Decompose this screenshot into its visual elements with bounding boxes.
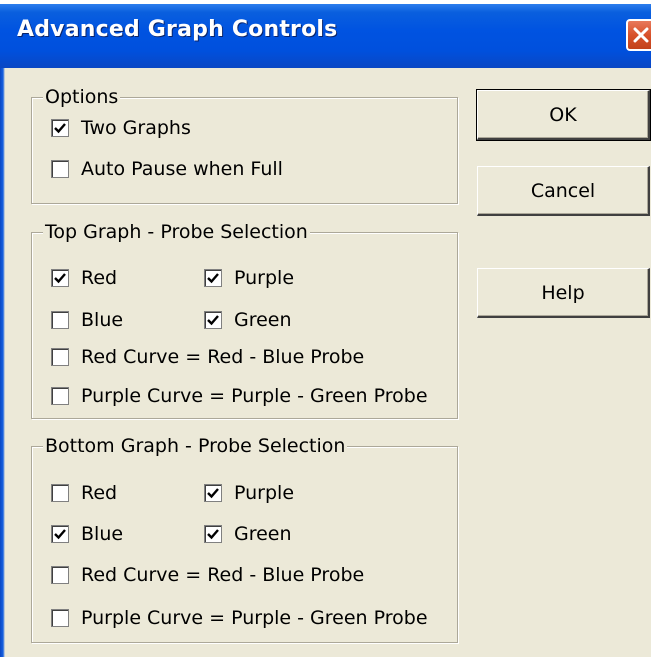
- checkbox-label: Purple Curve = Purple - Green Probe: [81, 385, 428, 407]
- checkbox-label: Blue: [81, 523, 124, 545]
- checkbox-box[interactable]: [51, 311, 69, 329]
- check-icon: [54, 273, 66, 284]
- checkbox-top-red-curve[interactable]: Red Curve = Red - Blue Probe: [51, 346, 364, 368]
- checkbox-label: Green: [234, 523, 292, 545]
- bottom-graph-legend: Bottom Graph - Probe Selection: [43, 435, 348, 457]
- checkbox-box[interactable]: [51, 609, 69, 627]
- top-graph-group: Top Graph - Probe Selection Red Purple B…: [31, 221, 458, 419]
- checkbox-label: Green: [234, 309, 292, 331]
- checkbox-bottom-red[interactable]: Red: [51, 482, 117, 504]
- title-bar[interactable]: Advanced Graph Controls: [0, 0, 651, 68]
- checkbox-label: Purple: [234, 267, 295, 289]
- checkbox-label: Red: [81, 482, 118, 504]
- options-legend: Options: [43, 86, 121, 108]
- close-icon: [633, 27, 649, 43]
- cancel-button[interactable]: Cancel: [477, 166, 650, 216]
- check-icon: [207, 273, 219, 284]
- checkbox-box[interactable]: [51, 348, 69, 366]
- checkbox-label: Red: [81, 267, 118, 289]
- checkbox-top-red[interactable]: Red: [51, 267, 117, 289]
- checkbox-bottom-blue[interactable]: Blue: [51, 523, 123, 545]
- check-icon: [54, 529, 66, 540]
- checkbox-top-purple[interactable]: Purple: [204, 267, 294, 289]
- checkbox-top-blue[interactable]: Blue: [51, 309, 123, 331]
- checkbox-top-purple-curve[interactable]: Purple Curve = Purple - Green Probe: [51, 385, 428, 407]
- checkbox-box[interactable]: [204, 269, 222, 287]
- window-frame-left: [0, 68, 5, 657]
- checkbox-box[interactable]: [51, 525, 69, 543]
- checkbox-bottom-purple[interactable]: Purple: [204, 482, 294, 504]
- checkbox-box[interactable]: [204, 484, 222, 502]
- check-icon: [207, 488, 219, 499]
- checkbox-box[interactable]: [51, 119, 69, 137]
- window-frame-top: [0, 0, 651, 4]
- window-title: Advanced Graph Controls: [17, 17, 338, 42]
- close-button[interactable]: [626, 19, 651, 51]
- checkbox-box[interactable]: [51, 160, 69, 178]
- check-icon: [207, 315, 219, 326]
- checkbox-label: Purple: [234, 482, 295, 504]
- checkbox-label: Purple Curve = Purple - Green Probe: [81, 607, 428, 629]
- check-icon: [207, 529, 219, 540]
- checkbox-label: Two Graphs: [81, 117, 191, 139]
- checkbox-two-graphs[interactable]: Two Graphs: [51, 117, 191, 139]
- ok-button[interactable]: OK: [476, 89, 651, 141]
- checkbox-label: Red Curve = Red - Blue Probe: [81, 564, 365, 586]
- bottom-graph-group: Bottom Graph - Probe Selection Red Purpl…: [31, 435, 458, 643]
- checkbox-bottom-green[interactable]: Green: [204, 523, 292, 545]
- top-graph-legend: Top Graph - Probe Selection: [43, 221, 310, 243]
- checkbox-auto-pause[interactable]: Auto Pause when Full: [51, 158, 283, 180]
- checkbox-bottom-red-curve[interactable]: Red Curve = Red - Blue Probe: [51, 564, 364, 586]
- checkbox-box[interactable]: [204, 311, 222, 329]
- help-button[interactable]: Help: [477, 268, 650, 318]
- checkbox-box[interactable]: [204, 525, 222, 543]
- checkbox-bottom-purple-curve[interactable]: Purple Curve = Purple - Green Probe: [51, 607, 428, 629]
- checkbox-box[interactable]: [51, 566, 69, 584]
- checkbox-box[interactable]: [51, 387, 69, 405]
- checkbox-box[interactable]: [51, 269, 69, 287]
- options-group: Options Two Graphs Auto Pause when Full: [31, 86, 458, 204]
- check-icon: [54, 123, 66, 134]
- checkbox-top-green[interactable]: Green: [204, 309, 292, 331]
- checkbox-label: Blue: [81, 309, 124, 331]
- checkbox-label: Red Curve = Red - Blue Probe: [81, 346, 365, 368]
- checkbox-label: Auto Pause when Full: [81, 158, 283, 180]
- checkbox-box[interactable]: [51, 484, 69, 502]
